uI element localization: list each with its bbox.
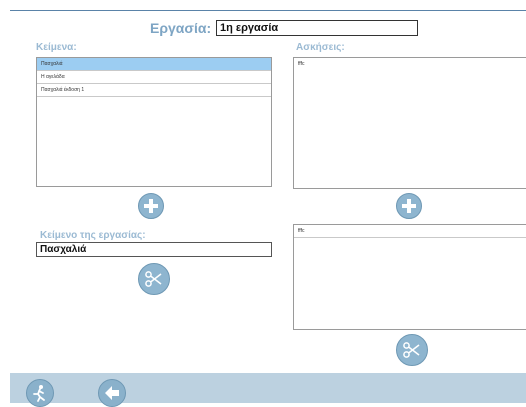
exercises-list[interactable]: fffc xyxy=(293,57,526,189)
list-item-label: fffc xyxy=(298,61,305,67)
assignment-title-input[interactable]: 1η εργασία xyxy=(216,20,418,36)
assignment-text-field[interactable]: Πασχαλιά xyxy=(36,242,272,257)
add-text-button[interactable] xyxy=(138,193,164,219)
list-item[interactable]: Η αγελάδα xyxy=(37,71,271,84)
exercises-label: Ασκήσεις: xyxy=(296,42,345,53)
scissors-icon xyxy=(145,271,162,287)
scissors-icon xyxy=(403,342,420,358)
plus-icon xyxy=(402,199,416,213)
list-item-label: Η αγελάδα xyxy=(41,74,65,80)
list-item-label: Πασχαλιά xyxy=(41,61,63,67)
assignment-exercises-list[interactable]: fffc xyxy=(293,224,526,330)
plus-icon xyxy=(144,199,158,213)
remove-text-button[interactable] xyxy=(138,263,170,295)
list-item[interactable]: fffc xyxy=(294,58,526,70)
list-item-label: fffc xyxy=(298,228,305,234)
assignment-text-label: Κείμενο της εργασίας: xyxy=(40,230,146,241)
arrow-left-icon xyxy=(105,386,119,400)
list-item-label: Πασχαλιά έκδοση 1 xyxy=(41,87,85,93)
list-item[interactable]: Πασχαλιά xyxy=(37,58,271,71)
remove-exercise-button[interactable] xyxy=(396,334,428,366)
add-exercise-button[interactable] xyxy=(396,193,422,219)
list-item[interactable]: fffc xyxy=(294,225,526,238)
texts-label: Κείμενα: xyxy=(36,42,77,53)
list-item[interactable]: Πασχαλιά έκδοση 1 xyxy=(37,84,271,97)
assignment-title-label: Εργασία: xyxy=(150,20,212,36)
top-divider xyxy=(10,10,526,11)
texts-list[interactable]: Πασχαλιά Η αγελάδα Πασχαλιά έκδοση 1 xyxy=(36,57,272,187)
bottom-toolbar xyxy=(10,373,526,407)
running-man-icon xyxy=(33,385,45,402)
